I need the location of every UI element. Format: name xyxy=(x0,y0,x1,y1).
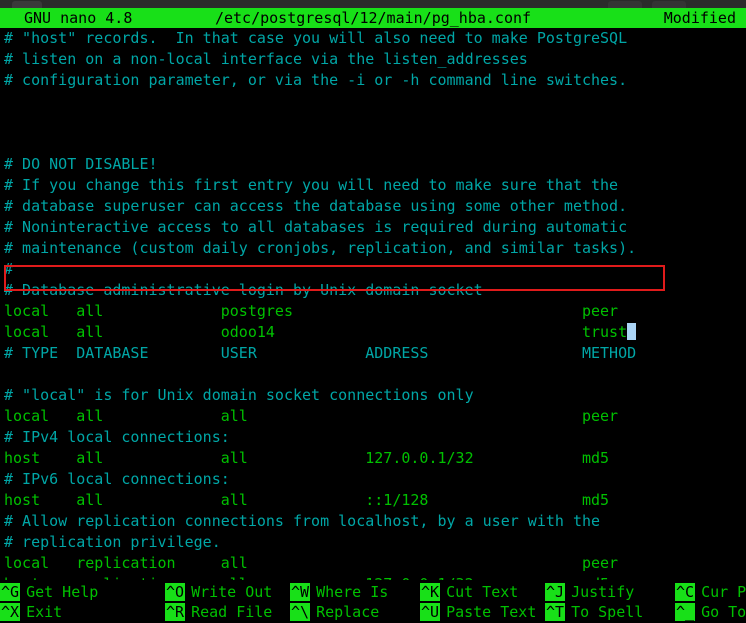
editor-line[interactable]: # maintenance (custom daily cronjobs, re… xyxy=(0,238,746,259)
editor-line[interactable]: # listen on a non-local interface via th… xyxy=(0,49,746,70)
shortcut-key-cur-pos: ^C xyxy=(675,583,696,601)
editor-line-text: # configuration parameter, or via the -i… xyxy=(4,71,628,89)
editor-line[interactable]: # TYPE DATABASE USER ADDRESS METHOD xyxy=(0,343,746,364)
shortcut-get-help[interactable]: ^G Get Help xyxy=(0,582,98,602)
editor-line-text: # DO NOT DISABLE! xyxy=(4,155,158,173)
editor-line-text: # TYPE DATABASE USER ADDRESS METHOD xyxy=(4,344,637,362)
shortcut-justify[interactable]: ^J Justify xyxy=(545,582,634,602)
editor-line[interactable]: local all odoo14 trust xyxy=(0,322,746,343)
shortcut-write-out[interactable]: ^O Write Out xyxy=(165,582,272,602)
editor-line[interactable]: # Database administrative login by Unix … xyxy=(0,280,746,301)
file-path-label: /etc/postgresql/12/main/pg_hba.conf xyxy=(214,9,532,27)
editor-line-text: # If you change this first entry you wil… xyxy=(4,176,619,194)
shortcut-key-to-spell: ^T xyxy=(545,603,566,621)
editor-line-text: # "local" is for Unix domain socket conn… xyxy=(4,386,474,404)
editor-line[interactable] xyxy=(0,112,746,133)
editor-line-text: # Noninteractive access to all databases… xyxy=(4,218,628,236)
shortcut-label-go-to-line: Go To Line xyxy=(701,603,746,621)
shortcut-paste-text[interactable]: ^U Paste Text xyxy=(420,602,536,622)
editor-line[interactable]: # DO NOT DISABLE! xyxy=(0,154,746,175)
modified-status-label: Modified xyxy=(663,9,736,27)
editor-line-text: # listen on a non-local interface via th… xyxy=(4,50,528,68)
editor-line[interactable]: # xyxy=(0,259,746,280)
editor-line[interactable]: local all postgres peer xyxy=(0,301,746,322)
editor-line-text: host all all ::1/128 md5 xyxy=(4,491,610,509)
editor-text-area[interactable]: # "host" records. In that case you will … xyxy=(0,28,746,580)
editor-line[interactable]: # Noninteractive access to all databases… xyxy=(0,217,746,238)
shortcut-to-spell[interactable]: ^T To Spell xyxy=(545,602,643,622)
editor-line[interactable] xyxy=(0,364,746,385)
shortcut-key-paste-text: ^U xyxy=(420,603,441,621)
shortcut-label-cut-text: Cut Text xyxy=(446,583,519,601)
editor-line[interactable]: host replication all 127.0.0.1/32 md5 xyxy=(0,574,746,580)
shortcut-replace[interactable]: ^\ Replace xyxy=(290,602,379,622)
shortcut-row-primary: ^G Get Help ^O Write Out ^W Where Is ^K Cut Tex… xyxy=(0,582,746,602)
shortcut-help-bar: ^G Get Help ^O Write Out ^W Where Is ^K Cut Tex… xyxy=(0,582,746,623)
editor-line[interactable]: local all all peer xyxy=(0,406,746,427)
shortcut-label-where-is: Where Is xyxy=(316,583,389,601)
shortcut-key-read-file: ^R xyxy=(165,603,186,621)
editor-line[interactable]: # "host" records. In that case you will … xyxy=(0,28,746,49)
shortcut-row-secondary: ^X Exit ^R Read File ^\ Replace ^U Paste Text ^T… xyxy=(0,602,746,622)
shortcut-read-file[interactable]: ^R Read File xyxy=(165,602,272,622)
shortcut-label-exit: Exit xyxy=(26,603,63,621)
shortcut-label-get-help: Get Help xyxy=(26,583,99,601)
editor-line[interactable]: local replication all peer xyxy=(0,553,746,574)
shortcut-key-write-out: ^O xyxy=(165,583,186,601)
editor-line-text: # IPv4 local connections: xyxy=(4,428,230,446)
shortcut-label-read-file: Read File xyxy=(191,603,273,621)
shortcut-label-to-spell: To Spell xyxy=(571,603,644,621)
editor-line-text: # Allow replication connections from loc… xyxy=(4,512,601,530)
window-control-maximize[interactable] xyxy=(652,1,686,8)
shortcut-cur-pos[interactable]: ^C Cur Pos xyxy=(675,582,746,602)
editor-line-text: host replication all 127.0.0.1/32 md5 xyxy=(4,575,609,580)
editor-line[interactable]: # IPv4 local connections: xyxy=(0,427,746,448)
editor-line-text: # replication privilege. xyxy=(4,533,221,551)
editor-line-text: # Database administrative login by Unix … xyxy=(4,281,483,299)
editor-line[interactable] xyxy=(0,133,746,154)
shortcut-go-to-line[interactable]: ^_ Go To Line xyxy=(675,602,746,622)
editor-line-text: local all postgres peer xyxy=(4,302,619,320)
editor-line[interactable]: # Allow replication connections from loc… xyxy=(0,511,746,532)
editor-line-text: local replication all peer xyxy=(4,554,619,572)
editor-line-text: # IPv6 local connections: xyxy=(4,470,230,488)
shortcut-key-justify: ^J xyxy=(545,583,566,601)
editor-line-text: host all all 127.0.0.1/32 md5 xyxy=(4,449,610,467)
text-cursor xyxy=(627,323,637,340)
editor-line[interactable]: # replication privilege. xyxy=(0,532,746,553)
editor-line-text: local all all peer xyxy=(4,407,619,425)
shortcut-key-replace: ^\ xyxy=(290,603,311,621)
window-tab-left[interactable] xyxy=(12,1,42,8)
editor-line-text: # maintenance (custom daily cronjobs, re… xyxy=(4,239,637,257)
shortcut-key-where-is: ^W xyxy=(290,583,311,601)
editor-line-text: local all odoo14 trust xyxy=(4,323,628,341)
shortcut-key-get-help: ^G xyxy=(0,583,21,601)
nano-title-bar: GNU nano 4.8 /etc/postgresql/12/main/pg_… xyxy=(0,8,746,28)
editor-line-text: # xyxy=(4,260,14,278)
window-chrome-strip xyxy=(0,0,746,8)
editor-line[interactable]: # If you change this first entry you wil… xyxy=(0,175,746,196)
nano-editor-window: GNU nano 4.8 /etc/postgresql/12/main/pg_… xyxy=(0,0,746,623)
shortcut-label-justify: Justify xyxy=(571,583,635,601)
shortcut-label-cur-pos: Cur Pos xyxy=(701,583,746,601)
editor-line[interactable]: # IPv6 local connections: xyxy=(0,469,746,490)
shortcut-where-is[interactable]: ^W Where Is xyxy=(290,582,388,602)
editor-line-text: # "host" records. In that case you will … xyxy=(4,29,628,47)
editor-line-text: # database superuser can access the data… xyxy=(4,197,628,215)
shortcut-key-go-to-line: ^_ xyxy=(675,603,696,621)
editor-line[interactable]: # configuration parameter, or via the -i… xyxy=(0,70,746,91)
editor-line[interactable]: # "local" is for Unix domain socket conn… xyxy=(0,385,746,406)
shortcut-key-exit: ^X xyxy=(0,603,21,621)
shortcut-cut-text[interactable]: ^K Cut Text xyxy=(420,582,518,602)
editor-line[interactable]: # database superuser can access the data… xyxy=(0,196,746,217)
shortcut-label-replace: Replace xyxy=(316,603,380,621)
shortcut-key-cut-text: ^K xyxy=(420,583,441,601)
shortcut-label-paste-text: Paste Text xyxy=(446,603,537,621)
editor-line[interactable]: host all all 127.0.0.1/32 md5 xyxy=(0,448,746,469)
editor-line[interactable] xyxy=(0,91,746,112)
shortcut-label-write-out: Write Out xyxy=(191,583,273,601)
editor-line[interactable]: host all all ::1/128 md5 xyxy=(0,490,746,511)
window-control-minimize[interactable] xyxy=(608,1,642,8)
shortcut-exit[interactable]: ^X Exit xyxy=(0,602,62,622)
